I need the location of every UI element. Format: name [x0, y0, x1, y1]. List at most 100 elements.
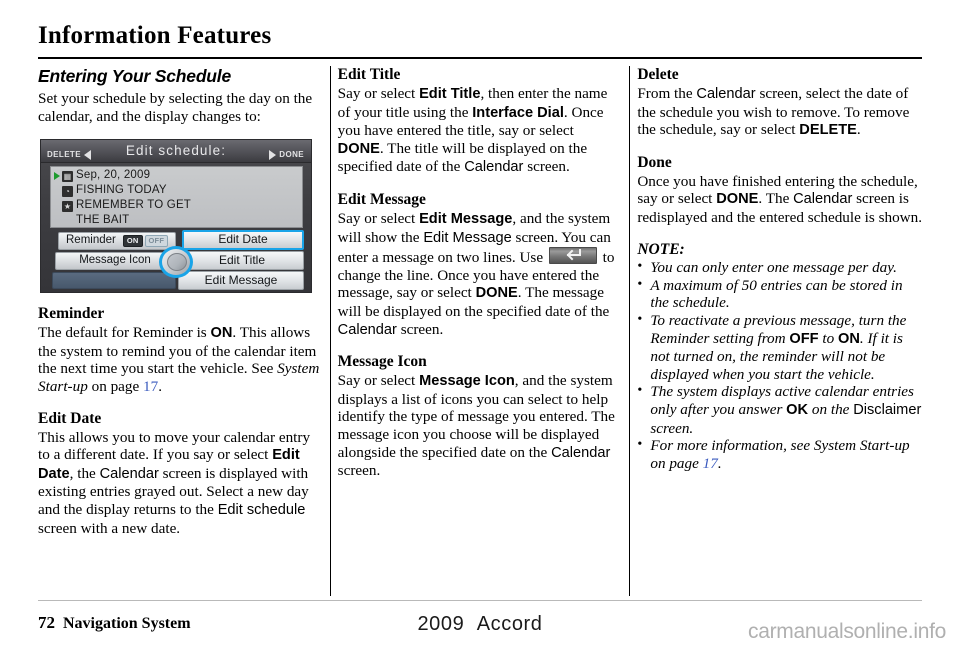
text-run-sans: Calendar: [551, 444, 611, 461]
text-run-bold: Message Icon: [419, 373, 515, 390]
text-run-italic: A maximum of 50 entries can be stored in…: [650, 276, 903, 312]
text-run-bold: Edit Title: [419, 86, 481, 102]
title-divider: [38, 57, 922, 59]
section-heading-done: Done: [637, 153, 672, 171]
text-run-bold: ON: [210, 325, 233, 342]
nav-edit-title-button[interactable]: Edit Title: [180, 251, 304, 271]
nav-schedule-list[interactable]: ▦ Sep, 20, 2009 ◔ FISHING TODAY ★ REMEMB…: [50, 166, 303, 229]
note-item: A maximum of 50 entries can be stored in…: [637, 276, 922, 312]
note-item: For more information, see System Start-u…: [637, 436, 922, 472]
edit-message-paragraph: Say or select Edit Message, and the syst…: [338, 210, 623, 339]
text-run-sans: Calendar: [793, 191, 853, 208]
intro-paragraph: Set your schedule by selecting the day o…: [38, 90, 313, 125]
text-run-italic: .: [717, 454, 722, 472]
nav-edit-message-button[interactable]: Edit Message: [178, 271, 304, 291]
content-columns: Entering Your Schedule Set your schedule…: [38, 66, 922, 596]
text-run: , the: [69, 464, 100, 482]
note-heading: NOTE:: [637, 240, 685, 258]
footer-divider: [38, 600, 922, 601]
nav-reminder-on-option[interactable]: ON: [122, 235, 143, 248]
nav-reminder-toggle[interactable]: ON OFF: [121, 235, 169, 248]
nav-edit-date-button[interactable]: Edit Date: [182, 230, 304, 251]
nav-message-icon-button[interactable]: Message Icon: [55, 252, 175, 271]
reminder-paragraph: The default for Reminder is ON. This all…: [38, 324, 323, 395]
text-run-italic: You can only enter one message per day.: [650, 259, 897, 277]
section-heading-message-icon: Message Icon: [337, 353, 427, 371]
nav-screen-illustration: DELETE Edit schedule: DONE ▦ Sep, 20, 20…: [40, 139, 312, 294]
note-item: You can only enter one message per day.: [637, 258, 922, 277]
text-run-bold: Edit Message: [419, 210, 513, 227]
text-run: System Start-up: [813, 437, 910, 455]
done-paragraph: Once you have finished entering the sche…: [637, 173, 922, 227]
nav-done-label: DONE: [279, 150, 304, 160]
text-run: .: [856, 121, 861, 139]
edit-title-paragraph: Say or select Edit Title, then enter the…: [338, 85, 623, 177]
text-run-bold: DONE: [337, 140, 380, 157]
text-run-bold: OK: [786, 401, 809, 418]
enter-key-icon: [548, 247, 597, 265]
delete-paragraph: From the Calendar screen, select the dat…: [637, 85, 922, 140]
star-icon: ★: [62, 200, 73, 212]
text-run: The default for Reminder is: [38, 324, 211, 342]
text-run-sans: Edit Message: [423, 229, 512, 246]
text-run: screen.: [337, 462, 381, 480]
text-run-sans: Disclaimer: [853, 401, 922, 418]
section-heading-delete: Delete: [637, 66, 679, 83]
text-run-bold: DONE: [475, 285, 518, 302]
text-run: .: [158, 377, 163, 395]
calendar-icon: ▦: [62, 170, 73, 182]
selection-cursor-icon: [54, 172, 60, 181]
text-run: Say or select: [337, 372, 420, 390]
list-item-label: THE BAIT: [76, 214, 130, 227]
text-run: screen.: [396, 320, 444, 338]
text-run-italic: to: [818, 329, 839, 347]
nav-reminder-off-option[interactable]: OFF: [144, 235, 169, 248]
clock-icon: ◔: [62, 185, 73, 197]
column-divider-1: [329, 66, 331, 596]
text-run-bold: DELETE: [799, 122, 857, 139]
column-1: Entering Your Schedule Set your schedule…: [38, 66, 323, 596]
site-watermark: carmanualsonline.info: [748, 620, 946, 643]
text-run: screen with a new date.: [38, 519, 181, 537]
list-item[interactable]: ◔ FISHING TODAY: [54, 184, 302, 198]
column-2: Edit Title Say or select Edit Title, the…: [338, 66, 623, 596]
nav-done-button[interactable]: DONE: [269, 146, 304, 164]
nav-reminder-label: Reminder: [66, 234, 116, 247]
list-item[interactable]: ★ REMEMBER TO GET: [54, 199, 302, 213]
right-arrow-icon: [269, 149, 277, 160]
text-run: on page: [87, 377, 144, 395]
section-heading-entering-your-schedule: Entering Your Schedule: [38, 66, 231, 86]
edit-date-paragraph: This allows you to move your calendar en…: [38, 429, 323, 538]
message-icon-paragraph: Say or select Message Icon, and the syst…: [338, 372, 623, 480]
note-item: To reactivate a previous message, turn t…: [637, 311, 922, 383]
note-list: You can only enter one message per day.A…: [637, 258, 922, 472]
interface-dial-icon[interactable]: [159, 246, 193, 279]
page-title: Information Features: [38, 22, 272, 49]
section-heading-edit-date: Edit Date: [38, 409, 102, 427]
text-run-sans: Calendar: [464, 159, 524, 176]
text-run-sans: Calendar: [99, 465, 159, 482]
text-run-italic: on page: [650, 454, 703, 472]
model-year: 2009: [417, 613, 465, 635]
column-divider-2: [629, 66, 631, 596]
nav-reminder-row[interactable]: Reminder ON OFF: [58, 232, 176, 251]
list-item-continuation: THE BAIT: [54, 214, 302, 228]
text-run: This allows you to move your calendar en…: [38, 428, 311, 464]
text-run-sans: Calendar: [337, 321, 397, 338]
text-run: From the: [637, 85, 697, 102]
note-item: The system displays active calendar entr…: [637, 382, 922, 437]
text-run-bold: ON: [838, 330, 860, 347]
list-item[interactable]: ▦ Sep, 20, 2009: [54, 169, 302, 183]
text-run-italic: screen.: [650, 419, 694, 437]
column-3: Delete From the Calendar screen, select …: [637, 66, 922, 596]
text-run-sans: Calendar: [696, 86, 756, 102]
text-run: screen.: [523, 158, 570, 176]
page-reference[interactable]: 17: [703, 455, 718, 472]
page-reference[interactable]: 17: [143, 378, 158, 395]
text-run-sans: Edit schedule: [217, 501, 306, 518]
text-run: Say or select: [337, 209, 420, 227]
text-run-italic: For more information, see: [650, 437, 814, 455]
text-run: . The: [758, 190, 794, 208]
text-run-bold: Interface Dial: [472, 104, 564, 121]
text-run-italic: on the: [808, 400, 854, 418]
